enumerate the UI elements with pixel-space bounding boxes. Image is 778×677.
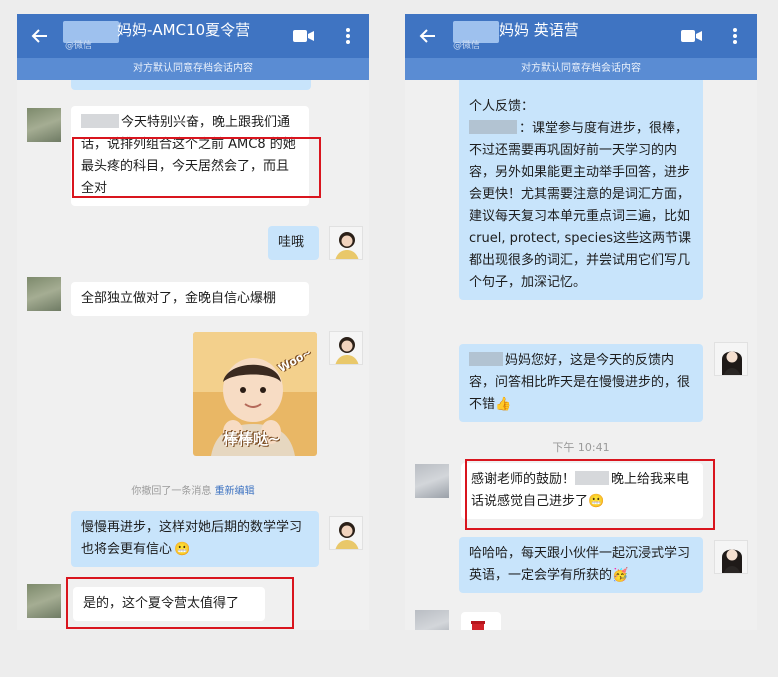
teacher-avatar[interactable] — [714, 342, 748, 376]
blurred-name — [81, 114, 119, 128]
smiling-emoji-icon: 🥳 — [612, 568, 629, 583]
woman-portrait-icon — [335, 232, 359, 259]
message-text: 全部独立做对了，金晚自信心爆棚 — [81, 291, 277, 306]
message-text: 慢慢再进步，这样对她后期的数学学习也将会更有信心 — [81, 520, 303, 557]
back-arrow-icon[interactable] — [31, 27, 49, 45]
message-text: ：课堂参与度有进步，很棒，不过还需要再巩固好前一天学习的内容，另外如果能更主动举… — [469, 121, 692, 290]
red-gift-icon — [471, 621, 485, 630]
blurred-name — [469, 352, 503, 366]
contact-avatar[interactable] — [27, 584, 61, 618]
grinning-emoji-icon: 😬 — [174, 542, 191, 557]
video-call-icon[interactable] — [681, 29, 703, 43]
blurred-name — [469, 120, 517, 134]
highlight-box — [72, 137, 321, 198]
chat-subtitle: @微信 — [453, 41, 481, 51]
woman-portrait-icon — [335, 522, 359, 549]
archive-notice: 对方默认同意存档会话内容 — [17, 58, 369, 80]
woman-portrait-icon — [722, 351, 742, 375]
message-bubble[interactable]: 慢慢再进步，这样对她后期的数学学习也将会更有信心 😬 — [71, 511, 319, 567]
message-bubble[interactable]: 妈妈您好，这是今天的反馈内容，问答相比昨天是在慢慢进步的，很不错👍 — [459, 344, 703, 422]
thumbs-up-emoji-icon: 👍 — [495, 397, 512, 412]
chat-header: 妈妈-AMC10夏令营 @微信 — [17, 14, 369, 58]
message-bubble[interactable]: 哈哈哈，每天跟小伙伴一起沉浸式学习英语，一定会学有所获的🥳 — [459, 537, 703, 593]
message-fragment — [71, 80, 311, 90]
baby-clapping-sticker[interactable]: Woo~ 棒棒哒~ — [193, 332, 317, 456]
user-avatar[interactable] — [329, 226, 363, 260]
archive-notice: 对方默认同意存档会话内容 — [405, 58, 757, 80]
highlight-box — [465, 459, 715, 530]
message-bubble[interactable] — [461, 612, 501, 630]
feedback-message-bubble[interactable]: 个人反馈： ：课堂参与度有进步，很棒，不过还需要再巩固好前一天学习的内容，另外如… — [459, 80, 703, 300]
back-arrow-icon[interactable] — [419, 27, 437, 45]
left-chat-window: 妈妈-AMC10夏令营 @微信 对方默认同意存档会话内容 今天特别兴奋，晚上跟我… — [17, 14, 369, 630]
contact-avatar[interactable] — [27, 108, 61, 142]
user-avatar[interactable] — [329, 516, 363, 550]
right-chat-window: 妈妈 英语营 @微信 对方默认同意存档会话内容 个人反馈： ：课堂参与度有进步，… — [405, 14, 757, 630]
chat-title: 妈妈 英语营 — [499, 21, 579, 39]
message-text: 哇哦 — [278, 235, 305, 250]
recall-text: 你撤回了一条消息 — [131, 486, 212, 497]
timestamp: 下午 10:41 — [552, 441, 610, 454]
chat-title: 妈妈-AMC10夏令营 — [117, 21, 251, 39]
teacher-avatar[interactable] — [714, 540, 748, 574]
sticker-caption: 棒棒哒~ — [223, 430, 281, 448]
more-options-icon[interactable] — [732, 27, 738, 45]
highlight-box — [66, 577, 294, 629]
woman-portrait-icon — [722, 549, 742, 573]
message-bubble[interactable]: 哇哦 — [268, 226, 319, 260]
recall-notice: 你撤回了一条消息 重新编辑 — [17, 482, 369, 497]
feedback-heading: 个人反馈： — [469, 99, 535, 114]
more-options-icon[interactable] — [345, 27, 351, 45]
message-text: 哈哈哈，每天跟小伙伴一起沉浸式学习英语，一定会学有所获的 — [469, 546, 691, 583]
contact-avatar[interactable] — [415, 610, 449, 630]
contact-avatar[interactable] — [27, 277, 61, 311]
user-avatar[interactable] — [329, 331, 363, 365]
video-call-icon[interactable] — [293, 29, 315, 43]
chat-subtitle: @微信 — [65, 41, 93, 51]
re-edit-link[interactable]: 重新编辑 — [215, 486, 255, 497]
chat-header: 妈妈 英语营 @微信 — [405, 14, 757, 58]
contact-avatar[interactable] — [415, 464, 449, 498]
message-bubble[interactable]: 全部独立做对了，金晚自信心爆棚 — [71, 282, 309, 316]
woman-portrait-icon — [335, 337, 359, 364]
